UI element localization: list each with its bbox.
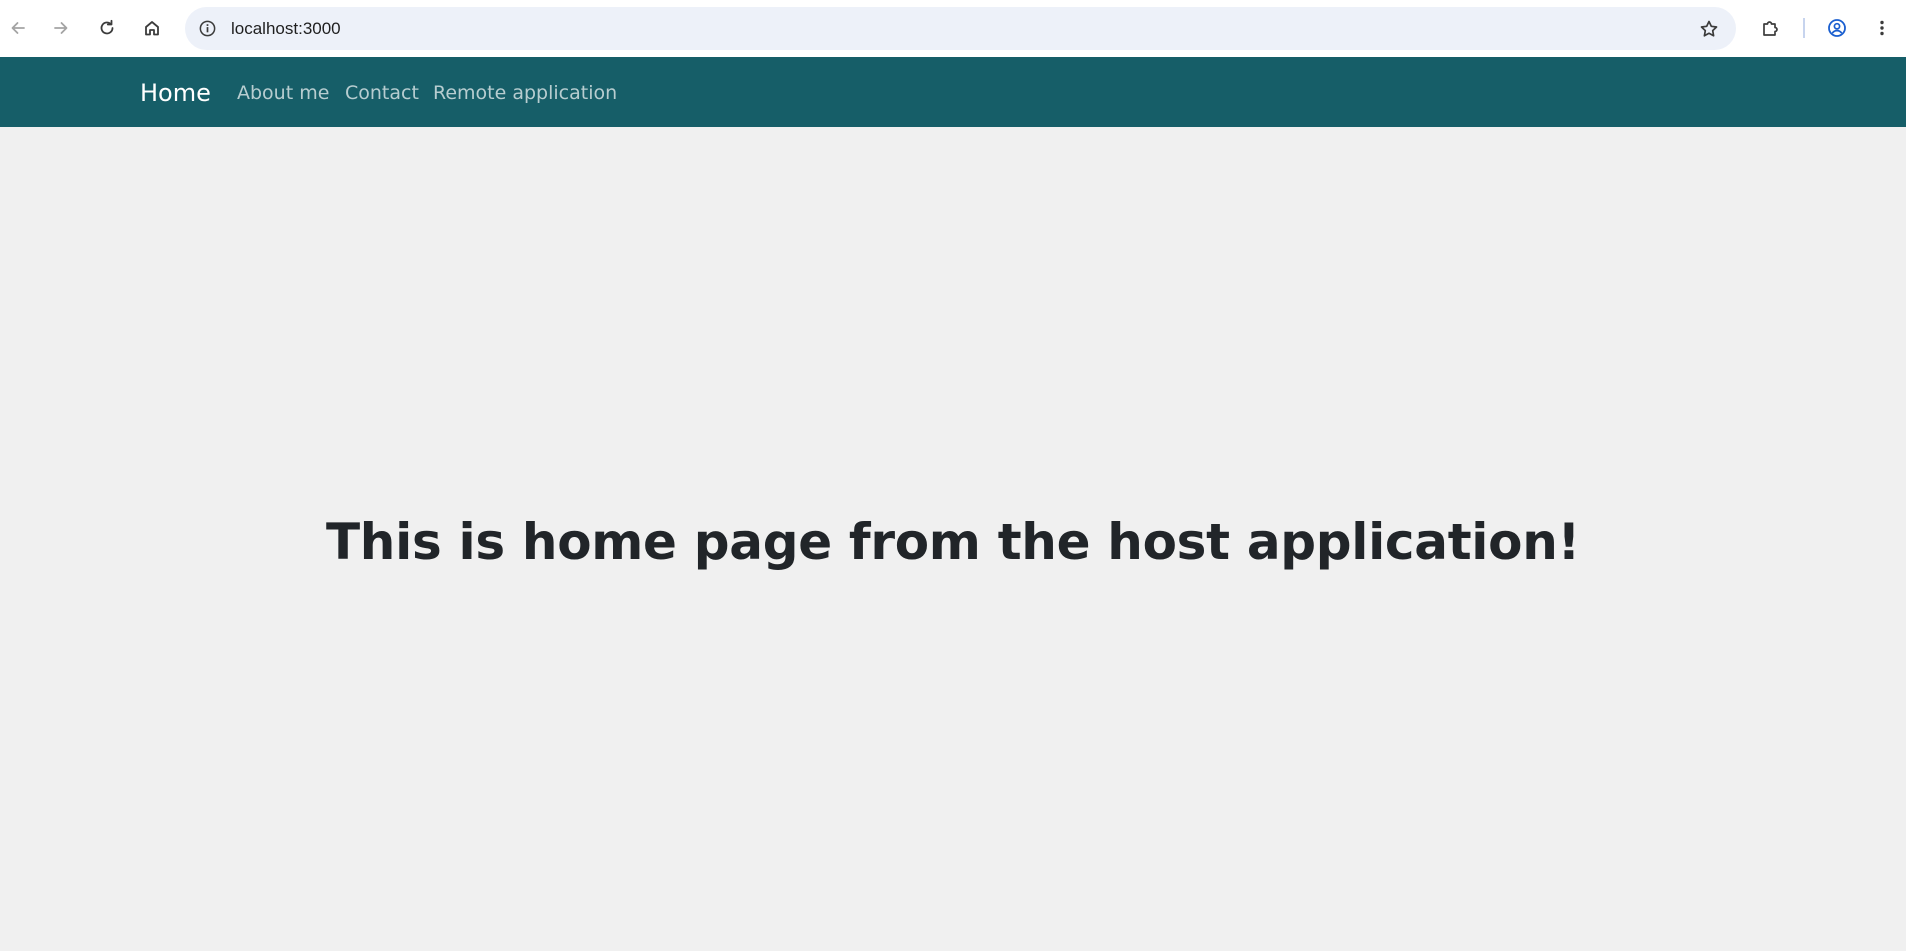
nav-link-remote-application[interactable]: Remote application <box>433 57 617 127</box>
account-circle-icon <box>1828 19 1846 37</box>
main-content: This is home page from the host applicat… <box>0 127 1906 951</box>
back-button[interactable] <box>0 10 36 46</box>
toolbar-divider <box>1803 18 1805 38</box>
browser-toolbar: localhost:3000 <box>0 0 1906 57</box>
info-icon[interactable] <box>197 18 218 39</box>
arrow-right-icon <box>54 22 68 34</box>
address-bar[interactable]: localhost:3000 <box>185 7 1736 50</box>
kebab-menu-icon <box>1880 20 1884 36</box>
reload-button[interactable] <box>89 10 125 46</box>
browser-menu-button[interactable] <box>1864 10 1900 46</box>
arrow-left-icon <box>11 22 25 34</box>
puzzle-icon <box>1763 21 1778 36</box>
extensions-button[interactable] <box>1752 10 1788 46</box>
star-icon[interactable] <box>1698 18 1720 40</box>
page-heading: This is home page from the host applicat… <box>326 513 1580 571</box>
nav-link-about-me[interactable]: About me <box>237 57 329 127</box>
home-button[interactable] <box>134 10 170 46</box>
nav-link-contact[interactable]: Contact <box>345 57 419 127</box>
url-text[interactable]: localhost:3000 <box>231 7 341 50</box>
reload-icon <box>100 19 114 35</box>
navbar-brand-home[interactable]: Home <box>140 57 211 127</box>
home-icon <box>145 21 159 36</box>
app-navbar: Home About me Contact Remote application <box>0 57 1906 127</box>
profile-button[interactable] <box>1819 10 1855 46</box>
forward-button[interactable] <box>43 10 79 46</box>
